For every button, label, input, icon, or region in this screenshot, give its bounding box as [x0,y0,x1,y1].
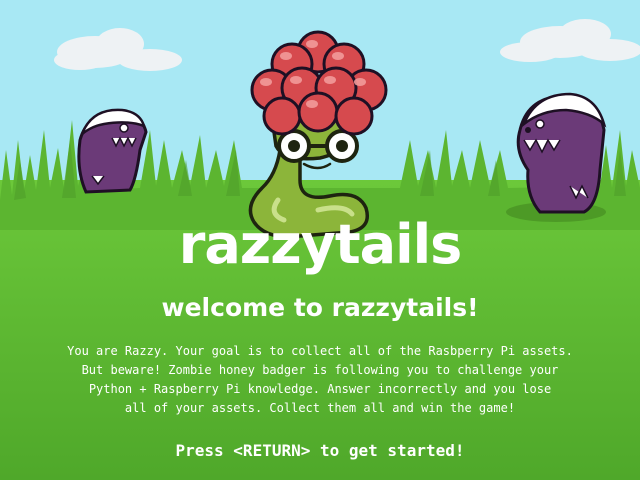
game-logo-title: razzytails [178,213,463,276]
intro-line: all of your assets. Collect them all and… [124,401,516,415]
zombie-honey-badger-right-icon [516,92,607,214]
intro-text: You are Razzy. Your goal is to collect a… [0,342,640,418]
start-prompt[interactable]: Press <RETURN> to get started! [0,439,640,463]
intro-line: Python + Raspberry Pi knowledge. Answer … [88,382,552,396]
welcome-heading: welcome to razzytails! [161,293,479,322]
intro-line: But beware! Zombie honey badger is follo… [81,363,559,377]
intro-line: You are Razzy. Your goal is to collect a… [67,344,573,358]
